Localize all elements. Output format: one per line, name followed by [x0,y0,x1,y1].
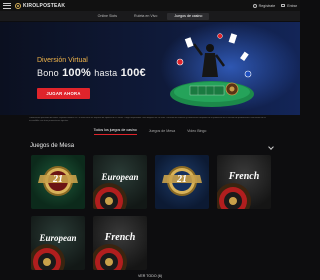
game-card-label: 21 [177,174,187,185]
hero-offer: Bono 100% hasta 100€ [37,67,146,79]
game-card-european-roulette-2[interactable]: European [31,216,85,270]
play-now-button[interactable]: JUGAR AHORA [37,88,90,99]
category-live-roulette[interactable]: Ruleta en Vivo [127,13,164,20]
hero-offer-value: 100% [62,67,92,79]
site-logo[interactable]: KIROLPOSTEAK [15,2,66,9]
roulette-wheel-icon [217,183,251,209]
header-actions: Regístrate Entrar [252,3,297,8]
hero-offer-lead: Bono [37,68,59,78]
section-title: Juegos de Mesa [30,143,75,149]
hero-title: Diversión Virtual [37,57,88,64]
chevron-down-icon[interactable] [268,144,274,150]
register-label: Regístrate [258,3,276,8]
category-online-slots[interactable]: Online Slots [91,13,124,20]
login-label: Entrar [287,3,297,8]
logo-text: KIROLPOSTEAK [23,2,66,9]
game-tabs: Todos los juegos de casino Juegos de Mes… [0,128,300,135]
menu-icon[interactable] [3,2,11,9]
user-icon [252,3,257,8]
logo-mark-icon [15,2,21,9]
game-card-french-roulette-2[interactable]: French [93,216,147,270]
game-card-label: French [104,232,136,243]
game-card-label: 21 [53,174,63,185]
hero-banner: Diversión Virtual Bono 100% hasta 100€ J… [0,22,300,115]
legal-text: Condiciones aplicables del bono: Depósit… [29,117,266,122]
game-card-blackjack-21-blue[interactable]: 21 [155,155,209,209]
game-card-blackjack-21[interactable]: 21 [31,155,85,209]
hero-offer-amount: 100€ [120,67,146,79]
game-card-label: European [39,233,77,243]
tab-video-bingo[interactable]: Video Bingo [187,129,206,135]
see-all-link[interactable]: VER TODO (6) [0,274,300,278]
game-card-label: French [228,171,260,182]
category-casino-games[interactable]: Juegos de casino [167,12,210,20]
tab-table-games[interactable]: Juegos de Mesa [149,129,175,135]
game-card-label: European [101,172,139,182]
game-card-european-roulette[interactable]: European [93,155,147,209]
register-button[interactable]: Regístrate [252,3,276,8]
roulette-wheel-icon [93,244,127,270]
login-icon [281,3,286,8]
category-nav: Online Slots Ruleta en Vivo Juegos de ca… [0,11,300,21]
hero-offer-tail: hasta [94,68,118,78]
roulette-wheel-icon [31,244,65,270]
roulette-wheel-icon [93,183,127,209]
top-header: KIROLPOSTEAK Regístrate Entrar [0,0,300,11]
tab-all-casino-games[interactable]: Todos los juegos de casino [93,128,137,135]
login-button[interactable]: Entrar [281,4,297,8]
game-card-french-roulette[interactable]: French [217,155,271,209]
hero-illustration [160,22,300,112]
